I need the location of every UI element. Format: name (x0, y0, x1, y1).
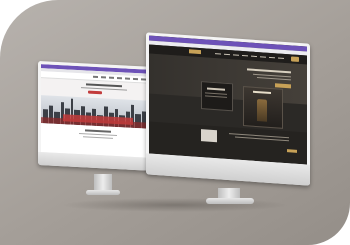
content-thumb (201, 129, 217, 143)
imac-left-stand-foot (86, 190, 120, 195)
imac-left-screen (41, 64, 153, 158)
imac-right (140, 32, 315, 208)
header-cta-button (189, 49, 201, 55)
site-logo (291, 56, 299, 62)
product-image (257, 99, 267, 122)
hero-button (88, 90, 102, 95)
imac-right-stand-foot (206, 198, 254, 204)
product-mockup-scene (0, 0, 350, 245)
imac-right-bezel (146, 32, 310, 186)
imac-left-bezel (38, 60, 156, 172)
content-badge (287, 149, 297, 153)
imac-right-screen (149, 35, 307, 165)
